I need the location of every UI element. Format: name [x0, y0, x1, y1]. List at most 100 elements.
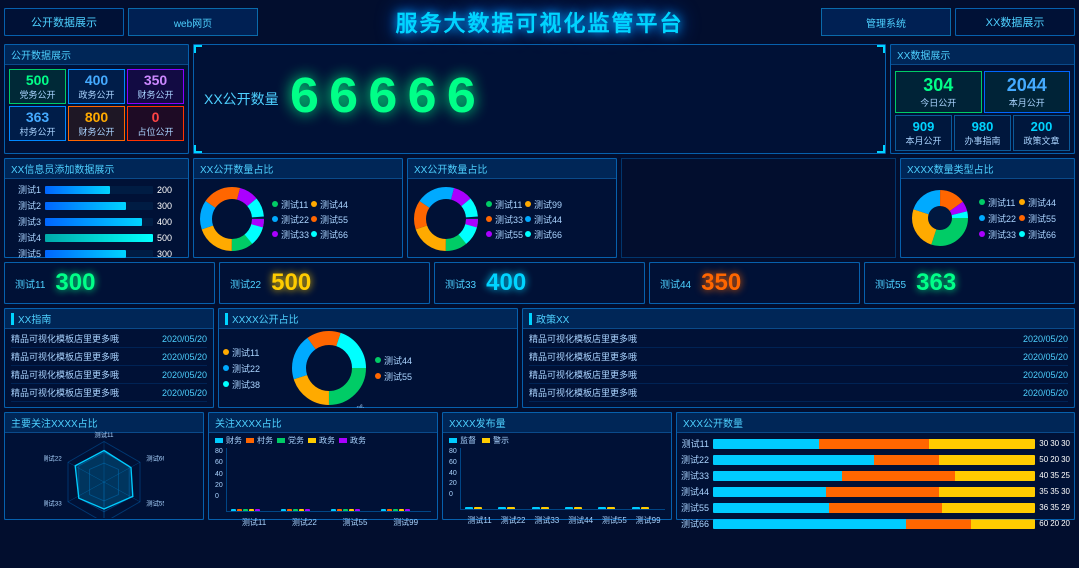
- main-title: 服务大数据可视化监管平台: [324, 6, 755, 38]
- d2-legend-0: 测试11: [486, 198, 523, 211]
- bar-0-1: [237, 509, 242, 511]
- stacked-bar-1: [713, 455, 1035, 465]
- metric-0: 测试11 300: [4, 262, 215, 304]
- attention-bar-panel: 关注XXXX占比 财务 村务 党务 政务 政务 80 60 40 20 0: [208, 412, 438, 520]
- stacked-row-4: 测试55 363529: [681, 501, 1070, 514]
- xxxx-type-panel: XXXX数量类型占比 测试11 测试44 测试22: [900, 158, 1075, 258]
- donut1-panel: XX公开数量占比 测试11 测试44 测试22 测试55 测试33: [193, 158, 403, 258]
- today-open-label: 今日公开: [902, 96, 975, 109]
- dist-title: XXXX发布量: [443, 413, 671, 433]
- xx-open-label: XX公开数量: [204, 89, 279, 109]
- bar-2-4: [355, 509, 360, 511]
- donut1-legend: 测试11 测试44 测试22 测试55 测试33 测试66: [272, 198, 348, 241]
- metric-value-4: 363: [916, 269, 956, 297]
- center-top: XX公开数量 6 6 6 6 6: [194, 45, 885, 153]
- bar-track-1: [45, 202, 153, 210]
- left-panel-header: 公开数据展示: [4, 8, 124, 36]
- pie-legend: 测试11 测试44 测试22 测试55 测试33 测试66: [979, 196, 1056, 241]
- metric-3: 测试44 350: [649, 262, 860, 304]
- svg-text:测试44: 测试44: [342, 402, 365, 408]
- attention-bar-title: 关注XXXX占比: [209, 413, 437, 433]
- info-add-title: XX信息员添加数据展示: [5, 159, 188, 179]
- stacked-bar-3: [713, 487, 1035, 497]
- metric-label-0: 测试11: [15, 276, 45, 291]
- stat-zhanwei: 0 占位公开: [127, 106, 184, 141]
- stacked-row-1: 测试22 502030: [681, 453, 1070, 466]
- bar-item-3: 测试4 500: [11, 231, 182, 244]
- policy-title: 政策XX: [523, 309, 1074, 329]
- donut1-container: 测试11 测试44 测试22 测试55 测试33 测试66: [194, 179, 402, 259]
- metric-value-0: 300: [55, 269, 95, 297]
- big-num-2: 6: [367, 73, 398, 125]
- legend-1: 测试44: [311, 198, 348, 211]
- donut2-svg: [412, 185, 480, 253]
- xxxx-donut-svg: 测试55 测试11 测试33 测试44: [289, 328, 369, 408]
- stat-caiwu2: 800 财务公开: [68, 106, 125, 141]
- dist-legend: 监督 警示: [443, 433, 671, 448]
- stat-caiwu: 350 财务公开: [127, 69, 184, 104]
- guide-item-0: 精品可视化模板店里更多哦 2020/05/20: [11, 332, 207, 348]
- nav-web[interactable]: web网页: [128, 8, 258, 36]
- pie-svg: [905, 183, 975, 253]
- y-axis: 80 60 40 20 0: [215, 448, 226, 512]
- d2-legend-5: 测试66: [525, 228, 562, 241]
- big-numbers: 6 6 6 6 6: [289, 73, 477, 125]
- svg-text:测试33: 测试33: [44, 498, 62, 507]
- bars-container: [226, 448, 431, 512]
- svg-text:测试55: 测试55: [146, 498, 164, 507]
- dist-group-2: [532, 507, 561, 509]
- row5: 主要关注XXXX占比: [4, 412, 1075, 520]
- bar-list: 测试1 200 测试2 300 测试3 400 测试4 500: [5, 179, 188, 264]
- metric-4: 测试55 363: [864, 262, 1075, 304]
- legend-4: 测试33: [272, 228, 309, 241]
- month-open-val: 2044: [991, 75, 1064, 96]
- bar-3-3: [399, 509, 404, 511]
- bar-3-0: [381, 509, 386, 511]
- dist-group-1: [498, 507, 527, 509]
- bar-2-1: [337, 509, 342, 511]
- big-num-3: 6: [406, 73, 437, 125]
- top-stats-right: 304 今日公开 2044 本月公开 909 本月公开 980: [891, 65, 1074, 155]
- dist-group-0: [465, 507, 494, 509]
- title-accent3: [529, 313, 532, 325]
- legend-5: 测试66: [311, 228, 348, 241]
- stacked-panel: XXX公开数量 测试11 303030 测试22: [676, 412, 1075, 520]
- policy-val: 200: [1018, 119, 1065, 134]
- stat-cunwu: 363 村务公开: [9, 106, 66, 141]
- row4: XX指南 精品可视化模板店里更多哦 2020/05/20 精品可视化模板店里更多…: [4, 308, 1075, 408]
- xxxx-legend-left: 测试11 测试22 测试38: [223, 346, 283, 391]
- center-spacer-panel: [621, 158, 896, 258]
- stat-val-2: 350: [132, 72, 179, 88]
- bar-track-0: [45, 186, 153, 194]
- donut2-panel: XX公开数量占比 测试11 测试99 测试33 测试44 测试55: [407, 158, 617, 258]
- metric-label-1: 测试22: [230, 276, 261, 291]
- bar-1-3: [299, 509, 304, 511]
- guide-small: 980 办事指南: [954, 115, 1011, 151]
- guide-item-2: 精品可视化模板店里更多哦 2020/05/20: [11, 368, 207, 384]
- month-open-label: 本月公开: [991, 96, 1064, 109]
- metric-label-2: 测试33: [445, 276, 476, 291]
- bar-chart-area: 80 60 40 20 0: [209, 448, 437, 516]
- stat-val-1: 400: [73, 72, 120, 88]
- bar-group-0: [231, 509, 277, 511]
- stat-label-1: 政务公开: [73, 88, 120, 101]
- stacked-row-5: 测试66 602020: [681, 517, 1070, 530]
- guide-label: 办事指南: [959, 134, 1006, 147]
- x-labels: 测试11 测试22 测试55 测试99: [209, 517, 437, 528]
- xx-guide-title: XX指南: [5, 309, 213, 329]
- bar-item-2: 测试3 400: [11, 215, 182, 228]
- donut1-title: XX公开数量占比: [194, 159, 402, 179]
- policy-item-0: 精品可视化模板店里更多哦 2020/05/20: [529, 332, 1068, 348]
- policy-label: 政策文章: [1018, 134, 1065, 147]
- stat-zhengwu: 400 政务公开: [68, 69, 125, 104]
- donut1-svg: [198, 185, 266, 253]
- monthly-label: 本月公开: [900, 134, 947, 147]
- nav-manage[interactable]: 管理系统: [821, 8, 951, 36]
- info-add-panel: XX信息员添加数据展示 测试1 200 测试2 300 测试3 400: [4, 158, 189, 258]
- bar-item-1: 测试2 300: [11, 199, 182, 212]
- bar-0-4: [255, 509, 260, 511]
- big-num-1: 6: [328, 73, 359, 125]
- donut2-legend: 测试11 测试99 测试33 测试44 测试55 测试66: [486, 198, 562, 241]
- stat-val-5: 0: [132, 109, 179, 125]
- right-panel-header: XX数据展示: [955, 8, 1075, 36]
